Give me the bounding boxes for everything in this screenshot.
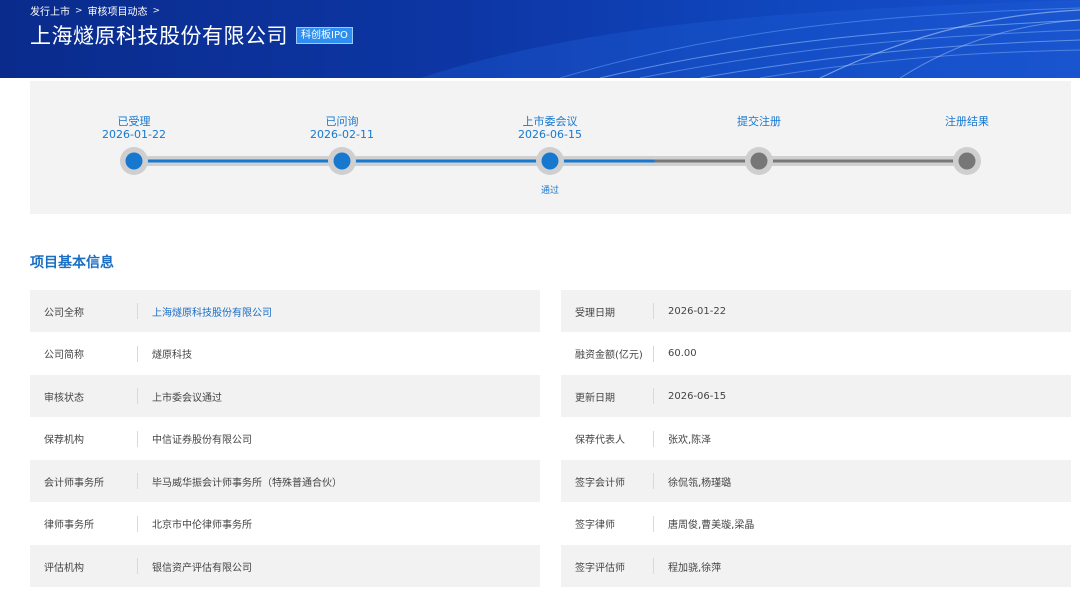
info-label: 签字会计师 (575, 477, 625, 489)
timeline-step-name: 提交注册 (737, 115, 781, 128)
info-value: 银信资产评估有限公司 (152, 562, 252, 574)
info-row-left: 保荐机构 中信证券股份有限公司 (30, 418, 540, 460)
info-label: 融资金额(亿元) (575, 350, 643, 361)
info-row-right: 签字会计师 徐侃瓴,杨瑾璐 (561, 460, 1071, 502)
info-label: 保荐代表人 (575, 435, 625, 446)
title-row: 上海燧原科技股份有限公司 科创板IPO (30, 20, 353, 50)
info-row-left: 会计师事务所 毕马威华振会计师事务所（特殊普通合伙） (30, 460, 540, 502)
info-label: 签字评估师 (575, 562, 625, 574)
page-title: 上海燧原科技股份有限公司 (30, 24, 288, 48)
info-row-right: 保荐代表人 张欢,陈泽 (561, 418, 1071, 460)
timeline-step-label: 已问询 2026-02-11 (282, 115, 402, 141)
breadcrumb-item-listing[interactable]: 发行上市 (30, 3, 70, 18)
timeline-step-note: 通过 (540, 186, 559, 196)
info-label: 律师事务所 (44, 520, 94, 531)
timeline-step-name: 注册结果 (945, 115, 989, 128)
info-row-left: 公司简称 燧原科技 (30, 333, 540, 375)
timeline-step-label: 上市委会议 2026-06-15 (490, 115, 610, 141)
board-badge: 科创板IPO (296, 27, 353, 44)
info-row-right: 签字律师 唐周俊,曹美璇,梁晶 (561, 503, 1071, 545)
info-row-right: 融资金额(亿元) 60.00 (561, 333, 1071, 375)
info-label: 评估机构 (44, 562, 84, 574)
info-row-right: 受理日期 2026-01-22 (561, 290, 1071, 332)
info-label: 保荐机构 (44, 435, 84, 446)
info-label: 签字律师 (575, 520, 615, 531)
info-label: 更新日期 (575, 392, 615, 404)
info-value: 中信证券股份有限公司 (152, 435, 252, 446)
info-value: 张欢,陈泽 (668, 435, 712, 446)
timeline-step-date: 2026-01-22 (102, 128, 166, 141)
timeline-step-date: 2026-06-15 (518, 128, 582, 141)
info-row-left: 律师事务所 北京市中伦律师事务所 (30, 503, 540, 545)
timeline-step-date: 2026-02-11 (310, 128, 374, 141)
info-value: 徐侃瓴,杨瑾璐 (668, 477, 732, 489)
header-banner: 发行上市 > 审核项目动态 > 上海燧原科技股份有限公司 科创板IPO (0, 0, 1080, 78)
timeline-step-label: 注册结果 (907, 115, 1027, 128)
info-label: 会计师事务所 (44, 477, 104, 489)
timeline-node-done (333, 152, 351, 170)
info-value: 2026-01-22 (668, 305, 727, 317)
timeline-node-done (541, 152, 559, 170)
info-value: 60.00 (668, 348, 697, 359)
info-row-left: 审核状态 上市委会议通过 (30, 375, 540, 417)
info-value: 上市委会议通过 (152, 392, 222, 404)
info-label: 公司全称 (44, 307, 84, 319)
section-title: 项目基本信息 (30, 255, 114, 271)
timeline-node-pending (750, 152, 768, 170)
timeline-node-done (125, 152, 143, 170)
chevron-right-icon: > (152, 5, 161, 16)
breadcrumb-item-review-news[interactable]: 审核项目动态 (88, 3, 148, 18)
info-value: 程加骁,徐萍 (668, 562, 722, 574)
info-label: 审核状态 (44, 392, 84, 404)
breadcrumb: 发行上市 > 审核项目动态 > (30, 3, 161, 19)
timeline-step-name: 已问询 (325, 115, 359, 128)
info-value: 唐周俊,曹美璇,梁晶 (668, 520, 755, 531)
info-value: 毕马威华振会计师事务所（特殊普通合伙） (152, 477, 342, 489)
company-name-link[interactable]: 上海燧原科技股份有限公司 (138, 304, 272, 319)
info-value: 燧原科技 (152, 350, 192, 361)
info-label: 公司简称 (44, 350, 84, 361)
timeline-node-pending (958, 152, 976, 170)
timeline-step-label: 已受理 2026-01-22 (74, 115, 194, 141)
info-value: 2026-06-15 (668, 390, 727, 402)
timeline-step-name: 已受理 (117, 115, 151, 128)
info-row-left: 公司全称 上海燧原科技股份有限公司 (30, 290, 540, 332)
info-row-right: 更新日期 2026-06-15 (561, 375, 1071, 417)
review-progress-timeline: 已受理 2026-01-22 已问询 2026-02-11 上市委会议 2026-06-1… (30, 81, 1071, 214)
info-row-left: 评估机构 银信资产评估有限公司 (30, 545, 540, 587)
chevron-right-icon: > (75, 5, 83, 16)
timeline-step-name: 上市委会议 (522, 115, 578, 128)
info-value: 北京市中伦律师事务所 (152, 520, 252, 531)
timeline-step-label: 提交注册 (699, 115, 819, 128)
info-row-right: 签字评估师 程加骁,徐萍 (561, 545, 1071, 587)
info-label: 受理日期 (575, 307, 615, 319)
